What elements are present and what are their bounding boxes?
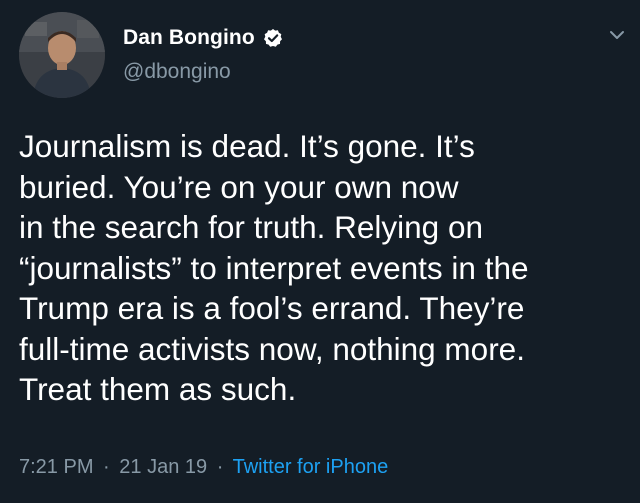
- tweet-text-line: Journalism is dead. It’s gone. It’s: [19, 128, 475, 164]
- tweet-text-line: “journalists” to interpret events in the: [19, 249, 529, 286]
- tweet-text-line: Treat them as such.: [19, 371, 297, 407]
- verified-badge-icon: [263, 28, 283, 48]
- tweet-date[interactable]: 21 Jan 19: [119, 456, 207, 478]
- tweet-text: Journalism is dead. It’s gone. It’s buri…: [19, 126, 629, 410]
- avatar[interactable]: [19, 12, 105, 98]
- tweet-text-line: buried. You’re on your own now: [19, 168, 459, 205]
- profile-photo-icon: [19, 12, 105, 98]
- username-handle[interactable]: @dbongino: [123, 60, 231, 84]
- tweet-text-line: Trump era is a fool’s errand. They’re: [19, 290, 525, 326]
- tweet-text-line: full-time activists now, nothing more.: [19, 330, 525, 367]
- separator: ·: [216, 456, 224, 478]
- author-row: Dan Bongino: [123, 26, 283, 50]
- tweet: Dan Bongino @dbongino Journalism is dead…: [0, 0, 640, 503]
- chevron-down-icon[interactable]: [608, 26, 626, 44]
- tweet-metadata: 7:21 PM · 21 Jan 19 · Twitter for iPhone: [19, 456, 388, 479]
- separator: ·: [103, 456, 110, 478]
- tweet-source-link[interactable]: Twitter for iPhone: [233, 456, 389, 478]
- tweet-time[interactable]: 7:21 PM: [19, 456, 93, 478]
- display-name[interactable]: Dan Bongino: [123, 26, 255, 50]
- tweet-text-line: in the search for truth. Relying on: [19, 209, 483, 245]
